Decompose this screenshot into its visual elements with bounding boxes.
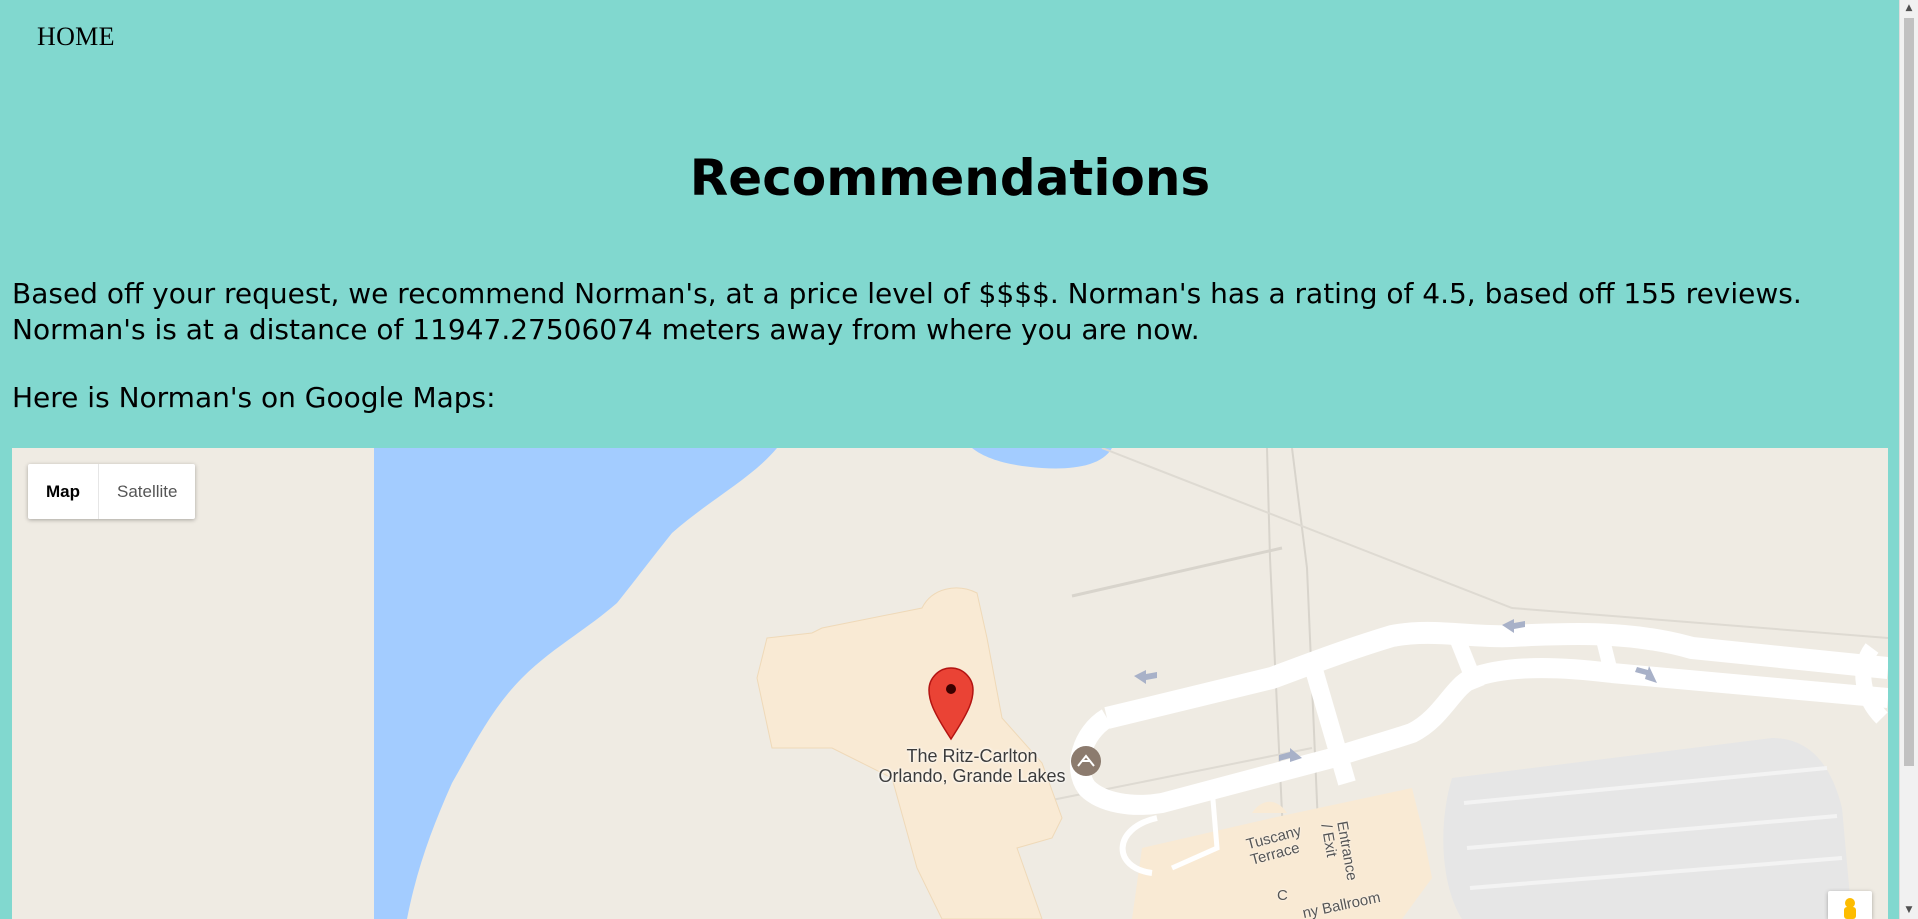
pegman-icon: [1844, 898, 1856, 919]
pegman-button[interactable]: [1828, 891, 1872, 919]
google-map[interactable]: Map Satellite The Ritz-Carlton Orlando, …: [12, 448, 1888, 919]
map-type-map-button[interactable]: Map: [28, 464, 98, 519]
recommendation-text: Based off your request, we recommend Nor…: [12, 277, 1802, 346]
scroll-up-arrow-icon[interactable]: ▲: [1900, 0, 1918, 17]
page-scrollbar[interactable]: ▲ ▼: [1899, 0, 1918, 919]
poi-label-line2: Orlando, Grande Lakes: [878, 766, 1066, 786]
home-link[interactable]: HOME: [37, 22, 115, 52]
map-type-control: Map Satellite: [28, 464, 196, 519]
map-type-satellite-button[interactable]: Satellite: [98, 464, 195, 519]
page-title: Recommendations: [689, 149, 1211, 207]
poi-label-line1: The Ritz-Carlton: [906, 746, 1038, 766]
maps-intro-text: Here is Norman's on Google Maps:: [12, 381, 496, 414]
building-c-label: C: [1277, 887, 1288, 904]
poi-label[interactable]: The Ritz-Carlton Orlando, Grande Lakes: [857, 746, 1087, 786]
scroll-down-arrow-icon[interactable]: ▼: [1900, 902, 1918, 919]
scrollbar-thumb[interactable]: [1904, 18, 1914, 766]
map-canvas[interactable]: [12, 448, 1888, 919]
